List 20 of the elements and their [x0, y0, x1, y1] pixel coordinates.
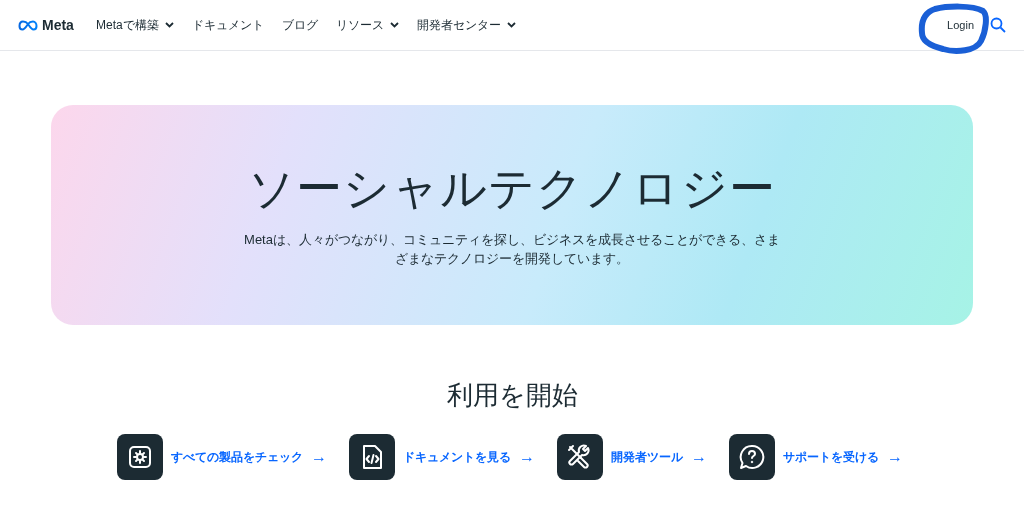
get-started-link[interactable]: サポートを受ける →: [783, 445, 903, 469]
code-file-icon: [349, 434, 395, 480]
nav-link[interactable]: ブログ: [281, 16, 318, 34]
hero-title: ソーシャルテクノロジー: [248, 161, 776, 216]
login-link[interactable]: Login: [947, 16, 974, 34]
tools-icon: [557, 434, 603, 480]
search-icon[interactable]: [990, 17, 1006, 33]
gear-icon: [117, 434, 163, 480]
get-started-link[interactable]: ドキュメントを見る →: [403, 445, 535, 469]
section-heading: 利用を開始: [445, 379, 579, 412]
brand-name[interactable]: Meta: [42, 14, 74, 36]
nav-link[interactable]: ドキュメント: [191, 16, 264, 34]
get-started-link[interactable]: すべての製品をチェック →: [171, 445, 327, 469]
nav-link[interactable]: 開発者センター: [416, 16, 516, 34]
hero-description: Metaは、人々がつながり、コミュニティを探し、ビジネスを成長させることができる、さまざまなテクノロジーを開発しています。: [243, 231, 781, 268]
nav-link[interactable]: Metaで構築: [96, 16, 174, 34]
help-bubble-icon: [729, 434, 775, 480]
get-started-link[interactable]: 開発者ツール →: [611, 445, 707, 469]
infinity-logo-icon[interactable]: [18, 19, 38, 31]
nav-link[interactable]: リソース: [335, 16, 399, 34]
